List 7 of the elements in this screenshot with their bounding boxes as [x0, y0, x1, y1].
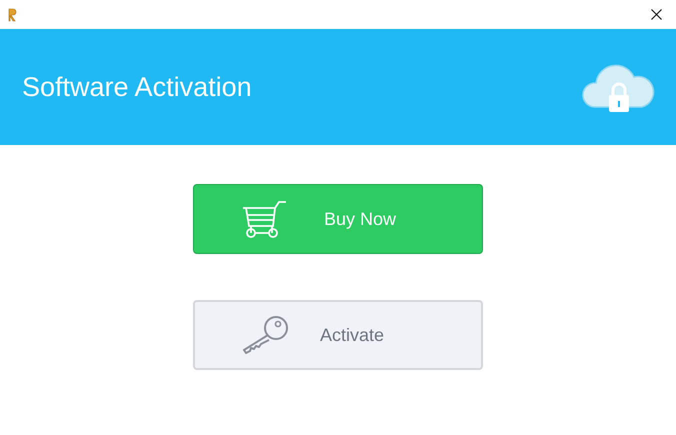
close-icon	[650, 9, 662, 20]
key-icon	[241, 315, 291, 355]
buy-now-button[interactable]: Buy Now	[193, 184, 483, 254]
app-icon	[8, 8, 17, 22]
window-title: Software Activation	[22, 72, 252, 102]
cart-icon	[242, 200, 288, 238]
activate-button[interactable]: Activate	[193, 300, 483, 370]
